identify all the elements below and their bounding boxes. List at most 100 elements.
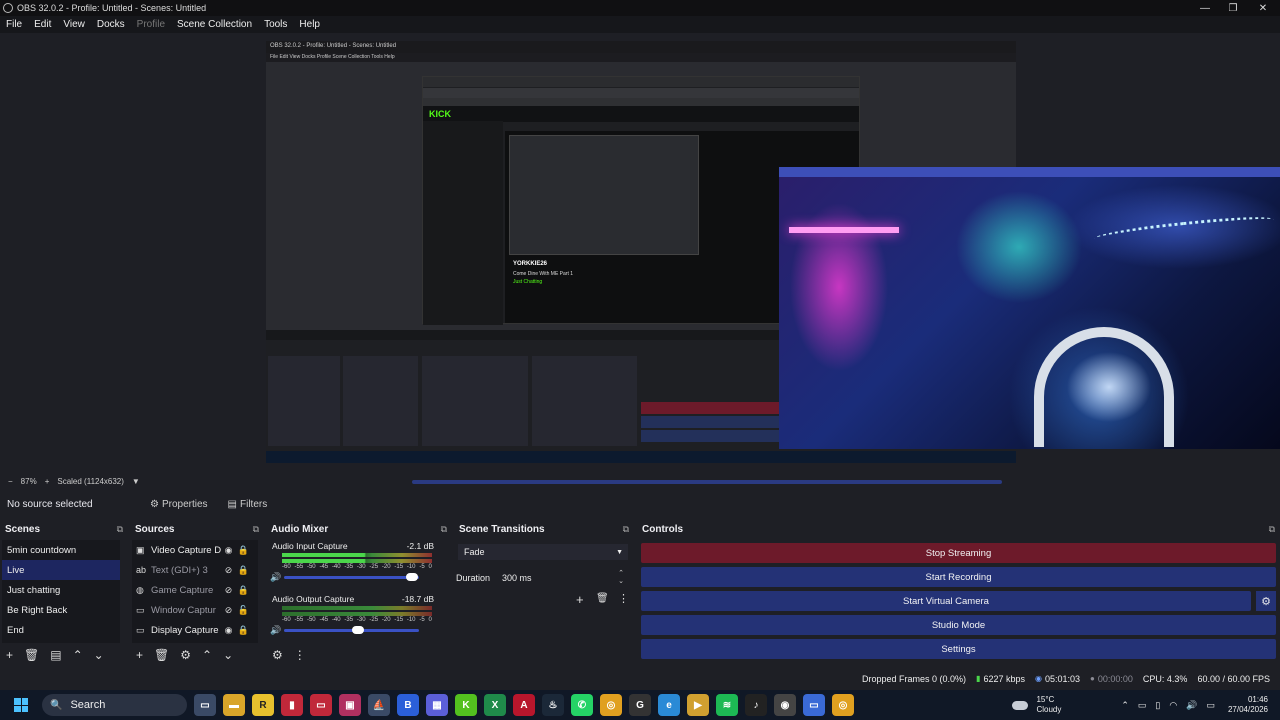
menu-scene-collection[interactable]: Scene Collection [175,18,254,31]
stop-streaming-button[interactable]: Stop Streaming [641,543,1276,563]
studio-mode-button[interactable]: Studio Mode [641,615,1276,635]
visibility-hidden-icon[interactable]: ⊘ [221,605,236,616]
tiktok-icon[interactable]: ♪ [745,694,767,716]
properties-button[interactable]: ⚙ Properties [147,497,211,512]
settings-button[interactable]: Settings [641,639,1276,659]
app-icon[interactable]: A [513,694,535,716]
scene-item-selected[interactable]: Live [2,560,120,580]
chevron-up-icon[interactable]: ⌃ [1121,700,1129,711]
move-up-button[interactable]: ⌃ [73,648,83,662]
excel-icon[interactable]: X [484,694,506,716]
undock-icon[interactable]: ⧉ [623,524,629,535]
virtual-camera-settings-icon[interactable]: ⚙ [1256,591,1276,611]
app-icon[interactable]: ▭ [310,694,332,716]
menu-docks[interactable]: Docks [95,18,127,31]
edge-icon[interactable]: e [658,694,680,716]
clock[interactable]: 01:46 27/04/2026 [1228,695,1268,715]
add-source-button[interactable]: + [136,648,143,662]
start-recording-button[interactable]: Start Recording [641,567,1276,587]
app-icon[interactable]: R [252,694,274,716]
phone-icon[interactable]: ▯ [1155,700,1160,711]
source-item[interactable]: ab Text (GDI+) 3 ⊘ 🔒 [132,560,258,580]
move-down-button[interactable]: ⌄ [94,648,104,662]
whatsapp-icon[interactable]: ✆ [571,694,593,716]
speaker-icon[interactable]: 🔊 [270,625,284,636]
volume-knob[interactable] [352,625,365,634]
menu-profile[interactable]: Profile [135,18,167,31]
source-item[interactable]: ▭ Window Captur ⊘ 🔓 [132,600,258,620]
source-item[interactable]: ▭ Display Capture ◉ 🔒 [132,620,258,640]
scene-item[interactable]: 5min countdown [2,540,120,560]
remove-scene-button[interactable]: 🗑 [24,648,39,662]
volume-knob[interactable] [406,572,419,581]
volume-icon[interactable]: 🔊 [1186,700,1197,711]
visibility-icon[interactable]: ◉ [221,625,236,636]
scene-filters-button[interactable]: ▤ [50,648,61,662]
volume-slider[interactable] [284,625,419,634]
undock-icon[interactable]: ⧉ [1269,524,1275,535]
app-icon[interactable]: ⛵ [368,694,390,716]
weather-widget[interactable]: 15°C Cloudy [1012,695,1061,715]
visibility-hidden-icon[interactable]: ⊘ [221,585,236,596]
duration-spinner[interactable]: ⌃ ⌄ [618,570,624,586]
scene-item[interactable]: End [2,620,120,640]
network-icon[interactable]: ▭ [1138,700,1147,711]
filters-button[interactable]: ▤ Filters [225,497,271,512]
app-icon[interactable]: G [629,694,651,716]
source-properties-button[interactable]: ⚙ [180,648,191,662]
kick-app-icon[interactable]: K [455,694,477,716]
preview-scrollbar[interactable] [412,480,1002,484]
undock-icon[interactable]: ⧉ [441,524,447,535]
menu-file[interactable]: File [4,18,24,31]
unlock-icon[interactable]: 🔓 [236,605,251,616]
menu-view[interactable]: View [61,18,87,31]
duration-input[interactable]: 300 ms [502,573,532,583]
spotify-icon[interactable]: ≋ [716,694,738,716]
app-icon[interactable]: ▮ [281,694,303,716]
undock-icon[interactable]: ⧉ [253,524,259,535]
menu-help[interactable]: Help [297,18,322,31]
taskbar-search[interactable]: 🔍 Search [42,694,187,716]
scene-item[interactable]: Be Right Back [2,600,120,620]
zoom-in-button[interactable]: + [45,477,50,486]
chrome-icon[interactable]: ◎ [600,694,622,716]
menu-edit[interactable]: Edit [32,18,53,31]
battery-icon[interactable]: ▭ [1206,700,1215,711]
close-button[interactable]: ✕ [1248,0,1278,16]
wifi-icon[interactable]: ◠ [1169,700,1177,711]
zoom-out-button[interactable]: − [8,477,13,486]
remove-source-button[interactable]: 🗑 [154,648,169,662]
preview-area[interactable]: OBS 32.0.2 - Profile: Untitled - Scenes:… [0,33,1280,473]
move-up-button[interactable]: ⌃ [202,648,212,662]
lock-icon[interactable]: 🔒 [236,585,251,596]
chrome-icon[interactable]: ◎ [832,694,854,716]
visibility-hidden-icon[interactable]: ⊘ [221,565,236,576]
scene-item[interactable]: Just chatting [2,580,120,600]
start-virtual-camera-button[interactable]: Start Virtual Camera [641,591,1251,611]
menu-tools[interactable]: Tools [262,18,289,31]
minimize-button[interactable]: — [1190,0,1220,16]
file-explorer-icon[interactable]: ▬ [223,694,245,716]
add-transition-button[interactable]: + [576,592,584,607]
transition-select[interactable]: Fade ▼ [458,544,628,560]
task-view-icon[interactable]: ▭ [194,694,216,716]
undock-icon[interactable]: ⧉ [117,524,123,535]
app-icon[interactable]: ▦ [426,694,448,716]
mixer-menu-icon[interactable]: ⋮ [294,648,306,662]
move-down-button[interactable]: ⌄ [223,648,233,662]
advanced-audio-icon[interactable]: ⚙ [272,648,283,662]
app-icon[interactable]: ▣ [339,694,361,716]
lock-icon[interactable]: 🔒 [236,625,251,636]
app-icon[interactable]: ▭ [803,694,825,716]
app-icon[interactable]: B [397,694,419,716]
app-icon[interactable]: ▶ [687,694,709,716]
lock-icon[interactable]: 🔒 [236,565,251,576]
start-button[interactable] [10,694,32,716]
remove-transition-button[interactable]: 🗑 [596,593,609,604]
visibility-icon[interactable]: ◉ [221,545,236,556]
obs-icon[interactable]: ◉ [774,694,796,716]
transition-menu-icon[interactable]: ⋮ [618,592,629,605]
volume-slider[interactable] [284,572,419,581]
scale-dropdown-icon[interactable]: ▼ [132,477,140,486]
speaker-icon[interactable]: 🔊 [270,572,284,583]
